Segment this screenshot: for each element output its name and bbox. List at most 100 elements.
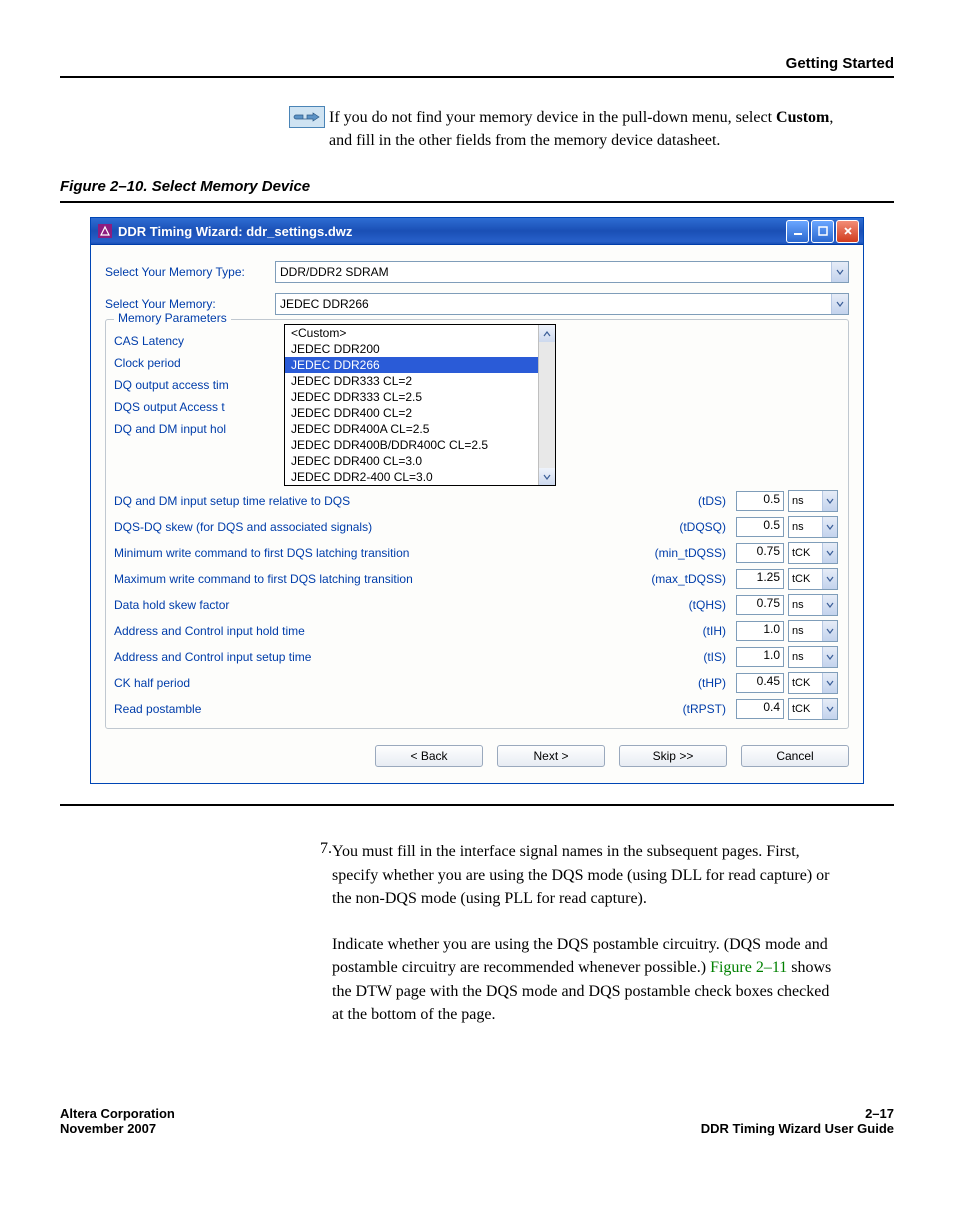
chevron-down-icon xyxy=(822,517,837,537)
label-clock-period: Clock period xyxy=(114,352,284,374)
dropdown-item[interactable]: JEDEC DDR333 CL=2.5 xyxy=(285,389,555,405)
param-unit-text: ns xyxy=(789,625,822,637)
param-unit-select[interactable]: tCK xyxy=(788,568,838,590)
param-code: (max_tDQSS) xyxy=(636,572,736,586)
footer-guide: DDR Timing Wizard User Guide xyxy=(701,1121,894,1136)
param-value-input[interactable]: 0.5 xyxy=(736,491,784,511)
param-unit-text: ns xyxy=(789,495,822,507)
param-name: DQ and DM input setup time relative to D… xyxy=(114,494,636,508)
param-unit-select[interactable]: ns xyxy=(788,620,838,642)
mem-select[interactable]: JEDEC DDR266 xyxy=(275,293,849,315)
back-button[interactable]: < Back xyxy=(375,745,483,767)
param-name: DQS-DQ skew (for DQS and associated sign… xyxy=(114,520,636,534)
next-button[interactable]: Next > xyxy=(497,745,605,767)
skip-button[interactable]: Skip >> xyxy=(619,745,727,767)
scroll-up-icon[interactable] xyxy=(539,325,555,342)
param-unit-text: tCK xyxy=(789,677,822,689)
param-unit-select[interactable]: ns xyxy=(788,490,838,512)
param-row: Data hold skew factor(tQHS)0.75 ns xyxy=(114,594,840,616)
title-bar[interactable]: DDR Timing Wizard: ddr_settings.dwz xyxy=(91,218,863,245)
memtype-label: Select Your Memory Type: xyxy=(105,265,275,279)
param-value-input[interactable]: 1.0 xyxy=(736,621,784,641)
param-value-input[interactable]: 0.75 xyxy=(736,595,784,615)
note-text: If you do not find your memory device in… xyxy=(329,106,849,152)
param-name: Data hold skew factor xyxy=(114,598,636,612)
dropdown-item[interactable]: JEDEC DDR333 CL=2 xyxy=(285,373,555,389)
param-row: Maximum write command to first DQS latch… xyxy=(114,568,840,590)
group-label: Memory Parameters xyxy=(114,311,231,325)
dropdown-item[interactable]: JEDEC DDR400A CL=2.5 xyxy=(285,421,555,437)
figure-link[interactable]: Figure 2–11 xyxy=(710,959,787,976)
chevron-down-icon xyxy=(822,647,837,667)
param-name: Maximum write command to first DQS latch… xyxy=(114,572,636,586)
param-row: DQ and DM input setup time relative to D… xyxy=(114,490,840,512)
memtype-select[interactable]: DDR/DDR2 SDRAM xyxy=(275,261,849,283)
param-value-input[interactable]: 1.0 xyxy=(736,647,784,667)
dropdown-item[interactable]: JEDEC DDR200 xyxy=(285,341,555,357)
param-row: Address and Control input setup time(tIS… xyxy=(114,646,840,668)
param-unit-select[interactable]: tCK xyxy=(788,542,838,564)
figure-caption: Figure 2–10. Select Memory Device xyxy=(60,178,894,195)
dropdown-item[interactable]: <Custom> xyxy=(285,325,555,341)
mem-value: JEDEC DDR266 xyxy=(276,297,831,311)
param-value-input[interactable]: 0.4 xyxy=(736,699,784,719)
label-dq-output: DQ output access tim xyxy=(114,374,284,396)
window-title: DDR Timing Wizard: ddr_settings.dwz xyxy=(118,224,786,239)
param-unit-select[interactable]: ns xyxy=(788,646,838,668)
dropdown-item[interactable]: JEDEC DDR2-400 CL=3.0 xyxy=(285,469,555,485)
param-unit-text: ns xyxy=(789,599,822,611)
param-row: Address and Control input hold time(tIH)… xyxy=(114,620,840,642)
chevron-down-icon xyxy=(822,673,837,693)
param-code: (tDQSQ) xyxy=(636,520,736,534)
param-code: (min_tDQSS) xyxy=(636,546,736,560)
param-value-input[interactable]: 0.5 xyxy=(736,517,784,537)
scroll-down-icon[interactable] xyxy=(539,468,555,485)
param-unit-select[interactable]: ns xyxy=(788,516,838,538)
param-unit-text: ns xyxy=(789,651,822,663)
maximize-button[interactable] xyxy=(811,220,834,243)
minimize-button[interactable] xyxy=(786,220,809,243)
param-value-input[interactable]: 0.45 xyxy=(736,673,784,693)
memory-parameters-group: Memory Parameters CAS Latency Clock peri… xyxy=(105,319,849,729)
param-name: Minimum write command to first DQS latch… xyxy=(114,546,636,560)
chevron-down-icon xyxy=(822,569,837,589)
param-unit-text: tCK xyxy=(789,703,822,715)
chevron-down-icon xyxy=(822,491,837,511)
chevron-down-icon xyxy=(831,262,848,282)
section-header: Getting Started xyxy=(60,55,894,76)
param-unit-select[interactable]: tCK xyxy=(788,698,838,720)
param-name: Address and Control input hold time xyxy=(114,624,636,638)
param-value-input[interactable]: 1.25 xyxy=(736,569,784,589)
dropdown-item[interactable]: JEDEC DDR400 CL=3.0 xyxy=(285,453,555,469)
close-button[interactable] xyxy=(836,220,859,243)
param-name: CK half period xyxy=(114,676,636,690)
chevron-down-icon xyxy=(822,595,837,615)
step-para2: Indicate whether you are using the DQS p… xyxy=(332,933,844,1026)
app-icon xyxy=(97,223,113,239)
dropdown-item[interactable]: JEDEC DDR400 CL=2 xyxy=(285,405,555,421)
note-part1: If you do not find your memory device in… xyxy=(329,109,776,126)
dropdown-item[interactable]: JEDEC DDR266 xyxy=(285,357,555,373)
scrollbar[interactable] xyxy=(538,325,555,485)
param-row: DQS-DQ skew (for DQS and associated sign… xyxy=(114,516,840,538)
step-number: 7. xyxy=(320,840,332,1026)
label-dqs-output: DQS output Access t xyxy=(114,396,284,418)
cancel-button[interactable]: Cancel xyxy=(741,745,849,767)
header-rule xyxy=(60,76,894,78)
dropdown-item[interactable]: JEDEC DDR400B/DDR400C CL=2.5 xyxy=(285,437,555,453)
chevron-down-icon xyxy=(831,294,848,314)
param-unit-select[interactable]: tCK xyxy=(788,672,838,694)
param-code: (tIH) xyxy=(636,624,736,638)
step-para1: You must fill in the interface signal na… xyxy=(332,840,844,910)
param-name: Read postamble xyxy=(114,702,636,716)
param-code: (tDS) xyxy=(636,494,736,508)
param-code: (tHP) xyxy=(636,676,736,690)
param-row: CK half period(tHP)0.45 tCK xyxy=(114,672,840,694)
param-value-input[interactable]: 0.75 xyxy=(736,543,784,563)
param-code: (tRPST) xyxy=(636,702,736,716)
footer-date: November 2007 xyxy=(60,1121,175,1136)
param-code: (tQHS) xyxy=(636,598,736,612)
param-unit-select[interactable]: ns xyxy=(788,594,838,616)
mem-label: Select Your Memory: xyxy=(105,297,275,311)
memory-dropdown-list[interactable]: <Custom>JEDEC DDR200JEDEC DDR266JEDEC DD… xyxy=(284,324,556,486)
